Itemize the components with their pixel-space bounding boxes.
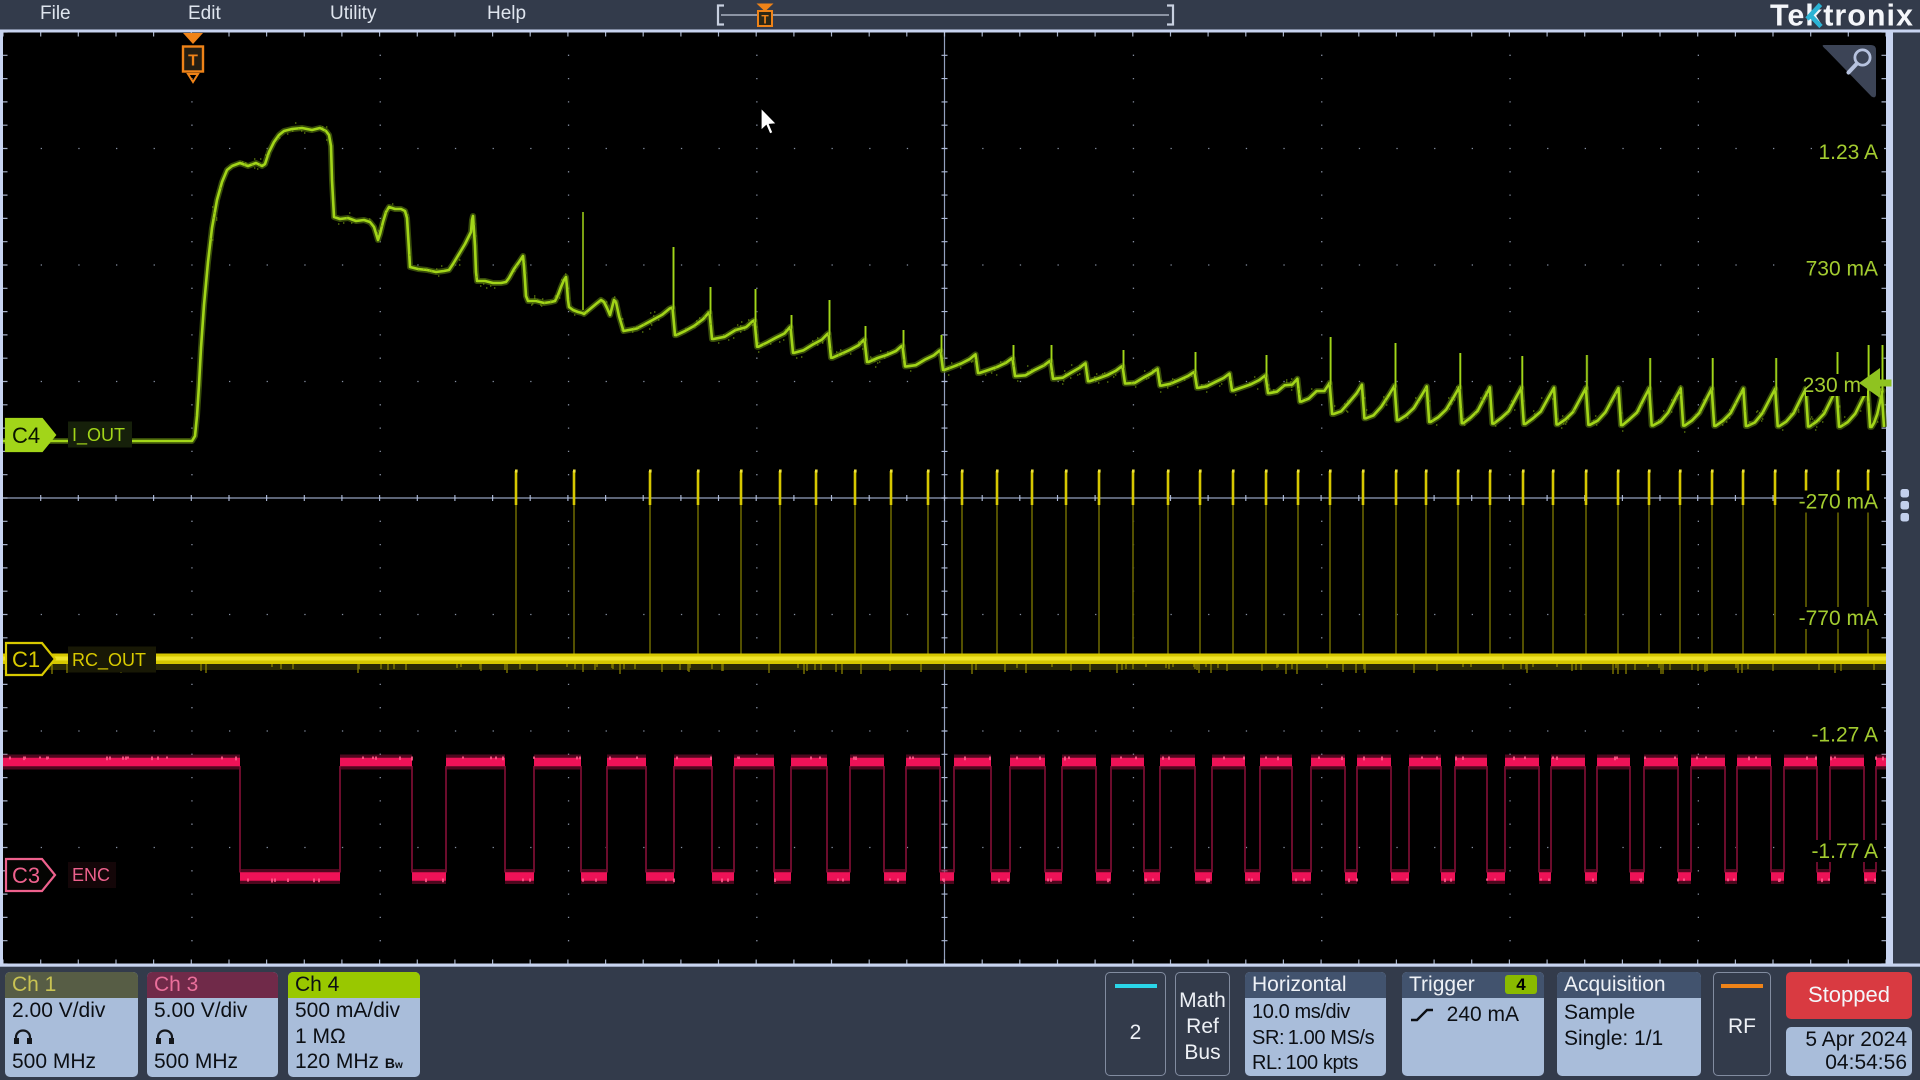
svg-text:C3: C3 — [12, 863, 40, 888]
svg-text:C1: C1 — [12, 647, 40, 672]
svg-text:-770 mA: -770 mA — [1799, 607, 1878, 630]
svg-text:ENC: ENC — [72, 865, 110, 885]
svg-text:T: T — [188, 53, 198, 70]
svg-text:T: T — [761, 13, 769, 27]
svg-text:RC_OUT: RC_OUT — [72, 650, 146, 671]
svg-text:1.23 A: 1.23 A — [1818, 141, 1878, 164]
svg-text:-270 mA: -270 mA — [1799, 491, 1878, 514]
svg-text:C4: C4 — [12, 423, 40, 448]
svg-text:230 m: 230 m — [1803, 374, 1861, 397]
svg-text:-1.77 A: -1.77 A — [1811, 840, 1878, 863]
svg-text:730 mA: 730 mA — [1806, 258, 1878, 281]
svg-text:-1.27 A: -1.27 A — [1811, 724, 1878, 747]
svg-text:I_OUT: I_OUT — [72, 425, 125, 446]
svg-text:Tektronix: Tektronix — [1770, 0, 1914, 33]
